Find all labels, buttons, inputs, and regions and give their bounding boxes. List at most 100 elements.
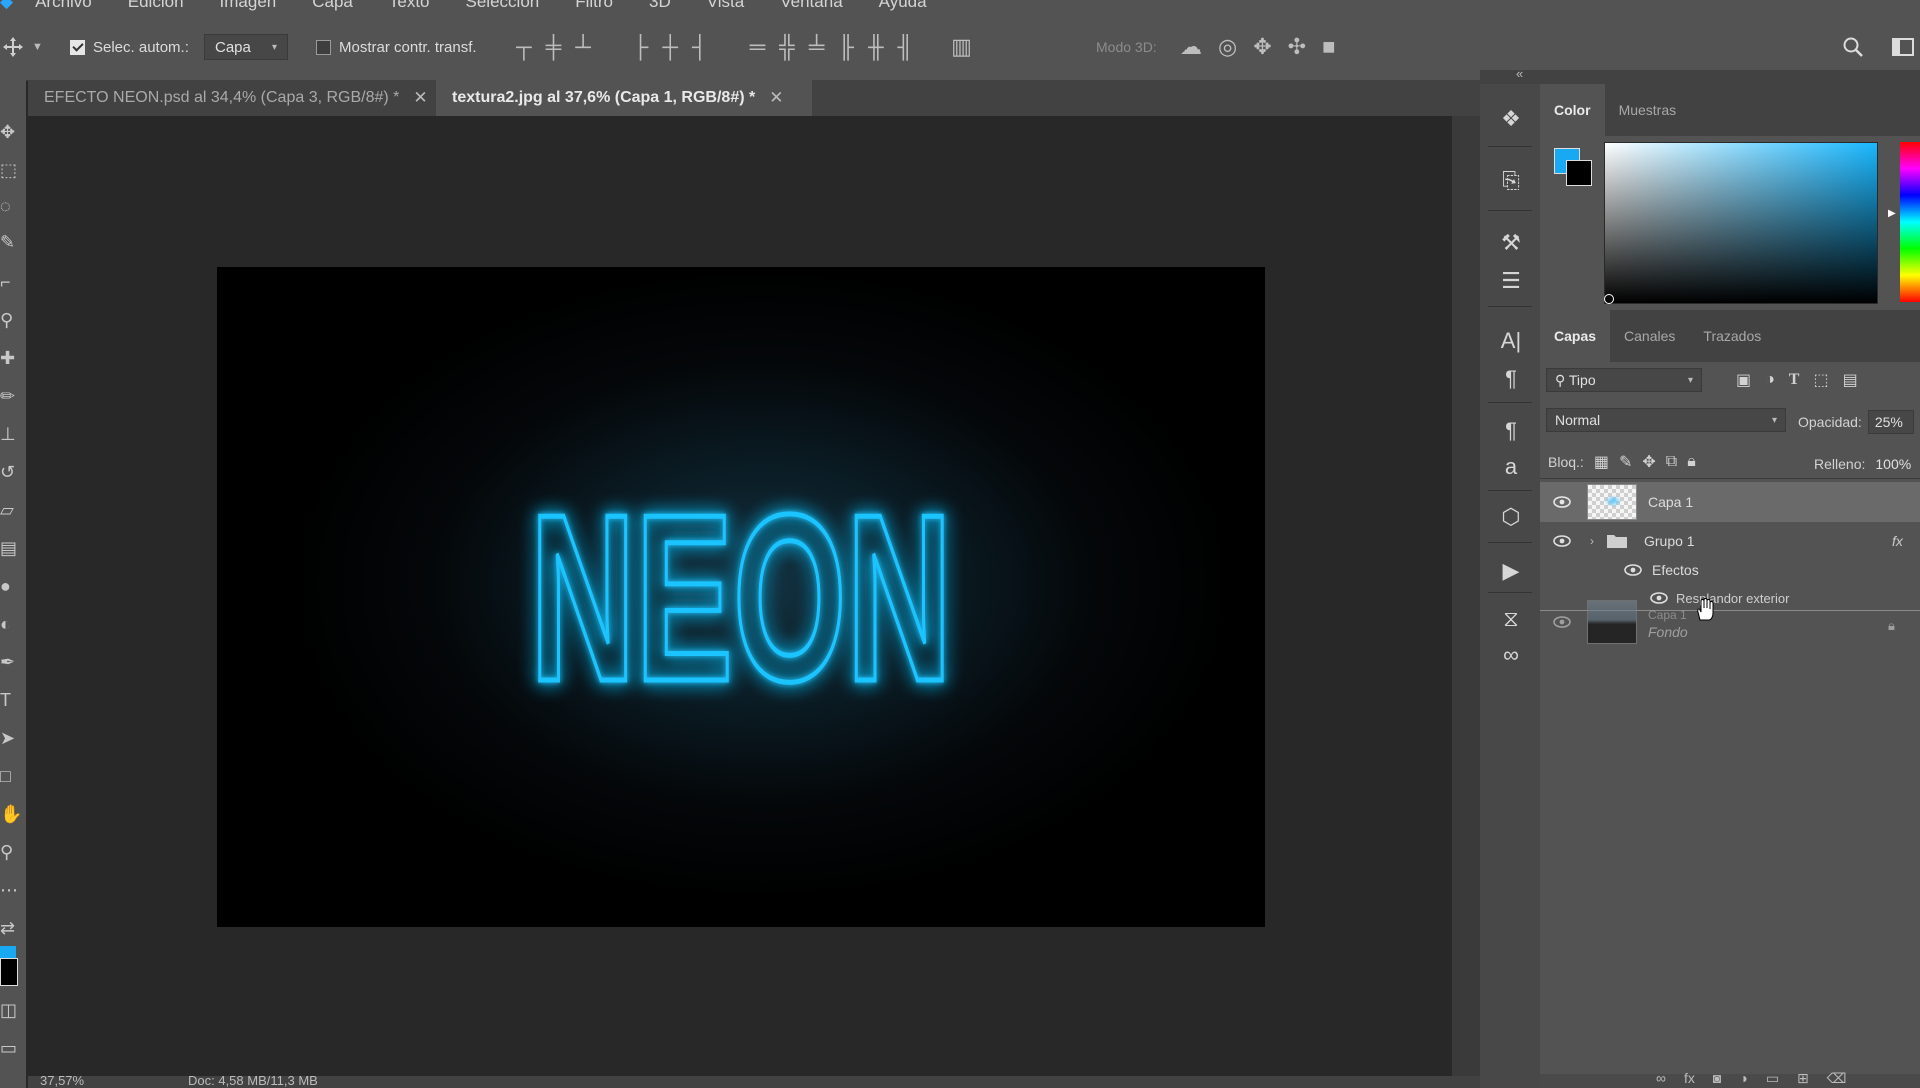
- close-icon[interactable]: ✕: [413, 88, 427, 108]
- menu-edicion[interactable]: Edición: [128, 0, 184, 12]
- show-transform-checkbox[interactable]: [316, 39, 331, 55]
- effects-row[interactable]: Efectos: [1540, 558, 1920, 582]
- history-brush-tool-icon[interactable]: ↺: [0, 462, 20, 486]
- filter-shape-icon[interactable]: ⬚: [1813, 370, 1828, 390]
- fx-icon[interactable]: fx: [1892, 533, 1903, 549]
- color-picker-cursor[interactable]: [1604, 294, 1614, 304]
- menu-ventana[interactable]: Ventana: [780, 0, 842, 12]
- close-icon[interactable]: ✕: [769, 88, 783, 108]
- brush-tool-icon[interactable]: ✏: [0, 386, 20, 410]
- new-layer-icon[interactable]: ⊞: [1797, 1070, 1809, 1087]
- zoom-readout[interactable]: 37,57%: [40, 1076, 84, 1088]
- menu-3d[interactable]: 3D: [649, 0, 671, 12]
- tab-muestras[interactable]: Muestras: [1605, 84, 1691, 136]
- hue-slider-marker-icon[interactable]: ▶: [1888, 208, 1896, 219]
- distribute-left-icon[interactable]: ╟: [838, 34, 854, 60]
- layer-name[interactable]: Fondo: [1648, 624, 1688, 640]
- filter-pixel-icon[interactable]: ▣: [1736, 370, 1751, 390]
- filter-adjustment-icon[interactable]: ◑: [1765, 371, 1775, 389]
- move-tool-icon[interactable]: ✥: [0, 122, 20, 146]
- quick-mask-icon[interactable]: ◫: [0, 1000, 20, 1024]
- menu-archivo[interactable]: Archivo: [35, 0, 92, 12]
- eyedropper-tool-icon[interactable]: ⚲: [0, 310, 20, 334]
- menu-seleccion[interactable]: Selección: [466, 0, 540, 12]
- lock-position-icon[interactable]: ✥: [1642, 452, 1655, 472]
- show-transform-option[interactable]: Mostrar contr. transf.: [316, 14, 477, 80]
- 3d-roll-icon[interactable]: ◎: [1218, 34, 1237, 60]
- fill-input[interactable]: 100%: [1871, 452, 1915, 476]
- tab-trazados[interactable]: Trazados: [1689, 310, 1775, 362]
- layer-filter-dropdown[interactable]: ⚲ Tipo ▾: [1546, 368, 1702, 392]
- dodge-tool-icon[interactable]: ◐: [0, 614, 20, 638]
- 3d-orbit-icon[interactable]: ☁: [1180, 34, 1202, 60]
- tab-efecto-neon[interactable]: EFECTO NEON.psd al 34,4% (Capa 3, RGB/8#…: [28, 80, 428, 116]
- blur-tool-icon[interactable]: ●: [0, 576, 20, 600]
- distribute-hcenter-icon[interactable]: ╫: [868, 34, 884, 60]
- lock-paint-icon[interactable]: ✎: [1619, 452, 1632, 472]
- tab-textura2[interactable]: textura2.jpg al 37,6% (Capa 1, RGB/8#) *…: [436, 80, 812, 116]
- align-hcenter-icon[interactable]: ┼: [662, 34, 678, 60]
- swap-colors-icon[interactable]: ⇄: [0, 918, 20, 942]
- history-icon[interactable]: ⎘: [1498, 168, 1524, 194]
- move-tool-preset[interactable]: ▼: [2, 14, 43, 80]
- distribute-vcenter-icon[interactable]: ╬: [779, 34, 795, 60]
- crop-tool-icon[interactable]: ⌐: [0, 272, 20, 296]
- tab-canales[interactable]: Canales: [1610, 310, 1689, 362]
- new-adjustment-icon[interactable]: ◑: [1739, 1070, 1747, 1087]
- auto-align-icon[interactable]: ▥: [951, 34, 972, 60]
- menu-texto[interactable]: Texto: [389, 0, 430, 12]
- type-tool-icon[interactable]: T: [0, 690, 20, 714]
- collapse-panels-icon[interactable]: «: [1516, 66, 1523, 81]
- menu-filtro[interactable]: Filtro: [575, 0, 613, 12]
- 3d-slide-icon[interactable]: ✣: [1288, 34, 1306, 60]
- character-styles-icon[interactable]: a: [1498, 454, 1524, 480]
- align-bottom-icon[interactable]: ┴: [575, 34, 591, 60]
- pen-tool-icon[interactable]: ✒: [0, 652, 20, 676]
- 3d-scale-icon[interactable]: ■: [1322, 34, 1335, 60]
- visibility-eye-icon[interactable]: [1624, 564, 1642, 576]
- filter-smart-object-icon[interactable]: ▤: [1843, 370, 1858, 390]
- stamp-tool-icon[interactable]: ⊥: [0, 424, 20, 448]
- visibility-eye-icon[interactable]: [1553, 616, 1571, 628]
- align-top-icon[interactable]: ┬: [516, 34, 532, 60]
- lock-artboard-icon[interactable]: ⧉: [1666, 453, 1677, 471]
- eraser-tool-icon[interactable]: ▱: [0, 500, 20, 524]
- tab-color[interactable]: Color: [1540, 84, 1605, 136]
- 3d-pan-icon[interactable]: ✥: [1253, 34, 1271, 60]
- auto-select-target-dropdown[interactable]: Capa ▾: [204, 34, 288, 60]
- auto-select-option[interactable]: Selec. autom.:: [70, 14, 189, 80]
- marquee-tool-icon[interactable]: ⬚: [0, 160, 20, 184]
- layer-row-fondo[interactable]: Capa 1 Fondo 🔒︎: [1540, 598, 1920, 648]
- lock-all-icon[interactable]: 🔒︎: [1687, 453, 1696, 471]
- align-right-icon[interactable]: ┤: [692, 34, 708, 60]
- shape-tool-icon[interactable]: □: [0, 766, 20, 790]
- lasso-tool-icon[interactable]: ◌: [0, 196, 20, 220]
- distribute-right-icon[interactable]: ╢: [898, 34, 914, 60]
- filter-type-icon[interactable]: T: [1789, 371, 1800, 389]
- path-select-tool-icon[interactable]: ➤: [0, 728, 20, 752]
- brush-settings-icon[interactable]: ⚒: [1498, 230, 1524, 256]
- opacity-input[interactable]: 25%: [1867, 410, 1914, 434]
- actions-play-icon[interactable]: ▶: [1498, 558, 1524, 584]
- delete-layer-icon[interactable]: ⌫: [1827, 1070, 1847, 1087]
- menu-vista[interactable]: Vista: [707, 0, 745, 12]
- distribute-top-icon[interactable]: ═: [750, 34, 766, 60]
- lock-transparency-icon[interactable]: ▦: [1594, 452, 1609, 472]
- vertical-scrollbar[interactable]: [1452, 116, 1480, 1076]
- quick-select-tool-icon[interactable]: ✎: [0, 232, 20, 256]
- expand-chevron-icon[interactable]: ›: [1590, 534, 1594, 548]
- hue-slider[interactable]: [1900, 142, 1920, 302]
- link-layers-icon[interactable]: ∞: [1656, 1070, 1666, 1087]
- background-swatch[interactable]: [0, 958, 18, 986]
- layer-name[interactable]: Grupo 1: [1644, 533, 1695, 549]
- document-canvas[interactable]: NEON: [217, 267, 1265, 927]
- creative-cloud-icon[interactable]: ∞: [1498, 642, 1524, 668]
- menu-capa[interactable]: Capa: [312, 0, 353, 12]
- layer-row-grupo-1[interactable]: › Grupo 1 fx: [1540, 524, 1920, 558]
- 3d-icon[interactable]: ⬡: [1498, 504, 1524, 530]
- visibility-eye-icon[interactable]: [1553, 535, 1571, 547]
- background-color-swatch[interactable]: [1566, 160, 1592, 186]
- ps-logo-icon[interactable]: ◆: [0, 0, 13, 12]
- zoom-tool-icon[interactable]: ⚲: [0, 842, 20, 866]
- align-vcenter-icon[interactable]: ╪: [546, 34, 562, 60]
